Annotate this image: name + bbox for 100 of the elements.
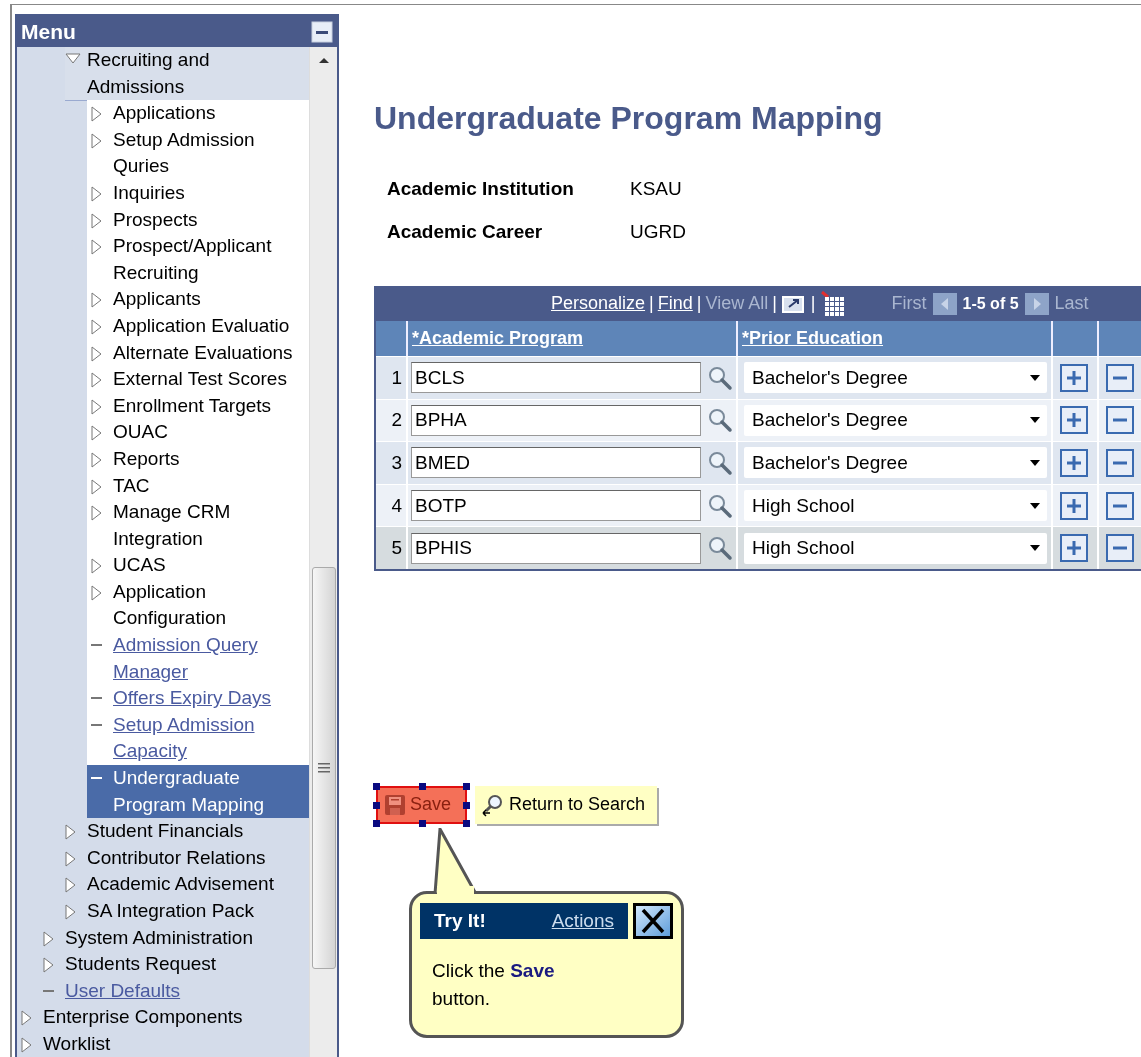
expand-arrow-icon: [91, 372, 103, 389]
previous-icon[interactable]: [932, 292, 957, 315]
callout-text: Click the Save button.: [431, 958, 556, 1011]
menu-item[interactable]: Enterprise Components: [21, 1004, 309, 1031]
prior-education-dropdown[interactable]: Bachelor's Degree: [744, 447, 1047, 479]
menu-title: Menu: [21, 19, 76, 44]
menu-item[interactable]: External Test Scores: [87, 366, 309, 393]
menu-item[interactable]: Undergraduate Program Mapping: [87, 765, 309, 819]
expand-arrow-icon: [91, 318, 103, 335]
menu-item[interactable]: Applications: [87, 100, 309, 127]
program-field[interactable]: BPHIS: [411, 532, 701, 564]
menu-item[interactable]: Admission Query Manager: [87, 632, 309, 686]
prior-education-dropdown[interactable]: Bachelor's Degree: [744, 404, 1047, 436]
menu-item[interactable]: System Administration: [43, 924, 309, 952]
add-row-icon[interactable]: [1060, 534, 1088, 563]
menu-item[interactable]: Alternate Evaluations: [87, 339, 309, 367]
menu-item[interactable]: OUAC: [87, 419, 309, 446]
expand-arrow-icon: [21, 1036, 33, 1053]
scroll-thumb[interactable]: [312, 567, 336, 969]
column-header-link[interactable]: *Prior Education: [742, 328, 884, 349]
column-header-link[interactable]: *Academic Program: [412, 328, 584, 349]
menu-item[interactable]: Application Configuration: [87, 578, 309, 633]
expand-arrow-icon: [91, 292, 103, 309]
grid-link[interactable]: Find: [657, 293, 693, 314]
close-icon[interactable]: [633, 902, 673, 939]
next-icon[interactable]: [1024, 292, 1049, 315]
add-row-icon[interactable]: [1060, 449, 1088, 477]
separator: |: [649, 293, 654, 314]
menu-item[interactable]: Reports: [87, 445, 309, 473]
grip-icon: [318, 763, 330, 773]
prior-education-dropdown[interactable]: High School: [744, 532, 1047, 564]
menu-item[interactable]: Prospects: [87, 206, 309, 234]
expand-arrow-icon: [65, 877, 77, 894]
menu-item[interactable]: Setup Admission Quries: [87, 126, 309, 180]
search-icon[interactable]: [707, 407, 733, 434]
menu-item[interactable]: Student Financials: [65, 818, 309, 845]
return-to-search-button[interactable]: Return to Search: [475, 785, 658, 824]
menu-item[interactable]: Manage CRM Integration: [87, 499, 309, 553]
row-number: 3: [376, 441, 408, 484]
menu-item[interactable]: SA Integration Pack: [65, 898, 309, 925]
add-row-icon[interactable]: [1060, 491, 1088, 520]
program-field[interactable]: BMED: [411, 447, 701, 479]
search-icon[interactable]: [707, 535, 733, 562]
menu-item[interactable]: Application Evaluatio: [87, 312, 309, 340]
collapse-icon[interactable]: [311, 20, 333, 43]
menu-item[interactable]: Students Request: [43, 951, 309, 978]
selection-handle: [463, 801, 471, 809]
expand-arrow-icon: [91, 398, 103, 415]
delete-row-icon[interactable]: [1106, 491, 1134, 520]
selection-handle: [373, 801, 380, 809]
scrollbar[interactable]: [309, 47, 337, 1057]
expand-arrow-icon: [91, 478, 103, 495]
expand-arrow-icon: [21, 1010, 33, 1027]
separator: |: [772, 293, 777, 314]
delete-row-icon[interactable]: [1106, 534, 1134, 563]
expand-arrow-icon: [91, 584, 103, 601]
selection-handle: [373, 819, 380, 827]
menu-item[interactable]: Recruiting and Admissions: [65, 47, 309, 102]
expand-arrow-icon: [91, 425, 103, 442]
prior-education-dropdown[interactable]: High School: [744, 490, 1047, 522]
menu-item[interactable]: Enrollment Targets: [87, 392, 309, 420]
menu-item[interactable]: Setup Admission Capacity: [87, 711, 309, 766]
menu-item[interactable]: Applicants: [87, 286, 309, 313]
menu-item[interactable]: UCAS: [87, 552, 309, 579]
actions-link[interactable]: Actions: [551, 909, 614, 932]
field-value: KSAU: [630, 177, 683, 201]
menu-item[interactable]: Academic Advisement: [65, 871, 309, 898]
program-field[interactable]: BPHA: [411, 404, 701, 436]
menu-item[interactable]: Prospect/Applicant Recruiting: [87, 233, 309, 287]
menu-item[interactable]: User Defaults: [43, 977, 309, 1005]
spreadsheet-icon[interactable]: [819, 290, 846, 317]
grid-link[interactable]: Personalize: [551, 293, 646, 314]
delete-row-icon[interactable]: [1106, 449, 1134, 477]
expand-arrow-icon: [65, 904, 77, 920]
expand-arrow-icon: [43, 930, 55, 947]
menu-item[interactable]: Inquiries: [87, 179, 309, 207]
collapse-arrow-icon: [65, 53, 81, 65]
search-icon[interactable]: [707, 450, 733, 476]
page-title: Undergraduate Program Mapping: [374, 99, 884, 138]
last-text: Last: [1054, 293, 1089, 314]
selection-handle: [463, 782, 471, 790]
prior-education-dropdown[interactable]: Bachelor's Degree: [744, 362, 1047, 394]
program-field[interactable]: BOTP: [411, 490, 701, 522]
search-icon[interactable]: [707, 492, 733, 519]
menu-item[interactable]: TAC: [87, 472, 309, 500]
menu-item[interactable]: Worklist: [21, 1030, 309, 1057]
search-icon[interactable]: [707, 364, 733, 391]
add-row-icon[interactable]: [1060, 363, 1088, 392]
delete-row-icon[interactable]: [1106, 406, 1134, 435]
dropdown-caret-icon: [1029, 501, 1041, 510]
dropdown-caret-icon: [1029, 459, 1041, 467]
separator: |: [810, 293, 816, 314]
program-field[interactable]: BCLS: [411, 362, 701, 394]
row-number: 5: [376, 526, 408, 569]
dropdown-caret-icon: [1029, 373, 1041, 382]
menu-item[interactable]: Offers Expiry Days: [87, 685, 309, 712]
add-row-icon[interactable]: [1060, 406, 1088, 435]
delete-row-icon[interactable]: [1106, 363, 1134, 392]
menu-item[interactable]: Contributor Relations: [65, 844, 309, 872]
scroll-up-icon[interactable]: [317, 55, 331, 65]
